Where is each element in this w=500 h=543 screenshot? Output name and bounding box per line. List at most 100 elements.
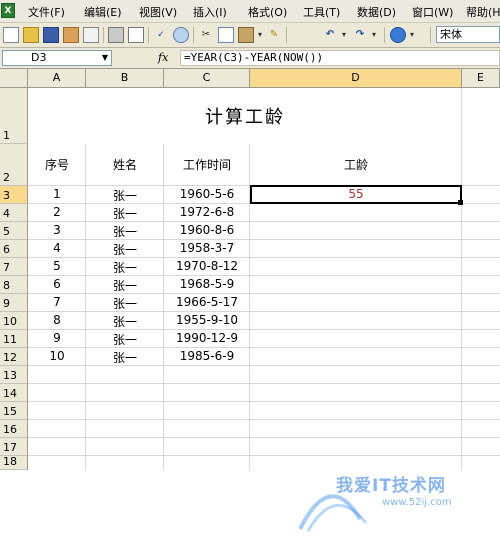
email-icon[interactable] — [83, 27, 99, 43]
cell-name[interactable]: 张一 — [86, 349, 164, 366]
cell-name[interactable]: 张一 — [86, 331, 164, 348]
menu-edit[interactable]: 编辑(E) — [84, 4, 122, 20]
save-icon[interactable] — [43, 27, 59, 43]
row-header[interactable]: 6 — [0, 240, 28, 258]
new-document-icon[interactable] — [3, 27, 19, 43]
name-box-dropdown-icon[interactable]: ▼ — [102, 51, 108, 65]
row-header[interactable]: 11 — [0, 330, 28, 348]
undo-icon[interactable]: ↶ — [322, 27, 338, 43]
insert-function-icon[interactable]: fx — [158, 51, 168, 64]
cell-seq[interactable]: 5 — [28, 259, 86, 273]
menu-window[interactable]: 窗口(W) — [412, 4, 453, 20]
cell-seq[interactable]: 6 — [28, 277, 86, 291]
menu-bar: X 文件(F) 编辑(E) 视图(V) 插入(I) 格式(O) 工具(T) 数据… — [0, 0, 500, 23]
active-cell-d3[interactable] — [250, 185, 462, 204]
fill-handle[interactable] — [458, 200, 463, 205]
menu-help[interactable]: 帮助(H) — [466, 4, 500, 20]
toolbar-separator — [384, 27, 385, 43]
cell-seq[interactable]: 1 — [28, 187, 86, 201]
header-work-date[interactable]: 工作时间 — [164, 156, 250, 173]
cell-seq[interactable]: 9 — [28, 331, 86, 345]
cell-work-date[interactable]: 1985-6-9 — [164, 349, 250, 363]
redo-icon[interactable]: ↷ — [352, 27, 368, 43]
header-seniority[interactable]: 工龄 — [250, 156, 462, 173]
cut-icon[interactable]: ✂ — [198, 27, 214, 43]
cell-name[interactable]: 张一 — [86, 295, 164, 312]
cell-seq[interactable]: 2 — [28, 205, 86, 219]
cell-seq[interactable]: 3 — [28, 223, 86, 237]
cell-name[interactable]: 张一 — [86, 259, 164, 276]
name-box[interactable]: D3 ▼ — [2, 50, 112, 66]
spell-check-icon[interactable]: ✓ — [153, 27, 169, 43]
header-name[interactable]: 姓名 — [86, 156, 164, 173]
row-header[interactable]: 16 — [0, 420, 28, 438]
help-dropdown-icon[interactable]: ▾ — [408, 27, 416, 43]
cell-name[interactable]: 张一 — [86, 277, 164, 294]
cell-name[interactable]: 张一 — [86, 241, 164, 258]
watermark-url: www.52ij.com — [382, 497, 452, 508]
row-header[interactable]: 18 — [0, 455, 28, 470]
font-name-select[interactable]: 宋体 — [436, 26, 500, 43]
paste-dropdown-icon[interactable]: ▾ — [256, 27, 264, 43]
cell-work-date[interactable]: 1968-5-9 — [164, 277, 250, 291]
cell-seq[interactable]: 8 — [28, 313, 86, 327]
permission-icon[interactable] — [63, 27, 79, 43]
cell-seq[interactable]: 4 — [28, 241, 86, 255]
cell-seq[interactable]: 10 — [28, 349, 86, 363]
column-header-c[interactable]: C — [164, 69, 250, 88]
redo-dropdown-icon[interactable]: ▾ — [370, 27, 378, 43]
column-header-b[interactable]: B — [86, 69, 164, 88]
row-header[interactable]: 17 — [0, 438, 28, 456]
row-header[interactable]: 15 — [0, 402, 28, 420]
paste-icon[interactable] — [238, 27, 254, 43]
cell-name[interactable]: 张一 — [86, 187, 164, 204]
cell-seq[interactable]: 7 — [28, 295, 86, 309]
row-header[interactable]: 2 — [0, 144, 28, 186]
cell-work-date[interactable]: 1990-12-9 — [164, 331, 250, 345]
menu-file[interactable]: 文件(F) — [28, 4, 65, 20]
cell-work-date[interactable]: 1960-5-6 — [164, 187, 250, 201]
sheet-title[interactable]: 计算工龄 — [28, 103, 462, 129]
row-header[interactable]: 7 — [0, 258, 28, 276]
column-header-e[interactable]: E — [462, 69, 500, 88]
row-header[interactable]: 3 — [0, 186, 28, 204]
row-header[interactable]: 9 — [0, 294, 28, 312]
help-icon[interactable] — [390, 27, 406, 43]
format-painter-icon[interactable]: ✎ — [266, 27, 282, 43]
cell-work-date[interactable]: 1958-3-7 — [164, 241, 250, 255]
row-header[interactable]: 12 — [0, 348, 28, 366]
row-header[interactable]: 8 — [0, 276, 28, 294]
header-seq[interactable]: 序号 — [28, 156, 86, 173]
column-header-d[interactable]: D — [250, 69, 462, 88]
menu-insert[interactable]: 插入(I) — [193, 4, 227, 20]
undo-dropdown-icon[interactable]: ▾ — [340, 27, 348, 43]
cell-work-date[interactable]: 1955-9-10 — [164, 313, 250, 327]
menu-tools[interactable]: 工具(T) — [303, 4, 340, 20]
menu-format[interactable]: 格式(O) — [248, 4, 287, 20]
print-icon[interactable] — [108, 27, 124, 43]
row-header[interactable]: 5 — [0, 222, 28, 240]
select-all-button[interactable] — [0, 69, 28, 88]
cell-work-date[interactable]: 1966-5-17 — [164, 295, 250, 309]
menu-data[interactable]: 数据(D) — [357, 4, 396, 20]
row-header[interactable]: 1 — [0, 88, 28, 144]
worksheet-grid[interactable]: A B C D E 1 2 3 4 5 6 7 8 9 10 11 12 13 … — [0, 69, 500, 532]
cell-work-date[interactable]: 1960-8-6 — [164, 223, 250, 237]
column-header-a[interactable]: A — [28, 69, 86, 88]
cell-work-date[interactable]: 1970-8-12 — [164, 259, 250, 273]
menu-view[interactable]: 视图(V) — [139, 4, 177, 20]
row-header[interactable]: 4 — [0, 204, 28, 222]
print-preview-icon[interactable] — [128, 27, 144, 43]
open-folder-icon[interactable] — [23, 27, 39, 43]
copy-icon[interactable] — [218, 27, 234, 43]
cell-name[interactable]: 张一 — [86, 205, 164, 222]
cell-name[interactable]: 张一 — [86, 313, 164, 330]
row-header[interactable]: 10 — [0, 312, 28, 330]
row-header[interactable]: 14 — [0, 384, 28, 402]
row-header[interactable]: 13 — [0, 366, 28, 384]
formula-input[interactable]: =YEAR(C3)-YEAR(NOW()) — [180, 50, 500, 66]
research-icon[interactable] — [173, 27, 189, 43]
cell-work-date[interactable]: 1972-6-8 — [164, 205, 250, 219]
cell-name[interactable]: 张一 — [86, 223, 164, 240]
excel-app-icon[interactable]: X — [1, 3, 15, 18]
